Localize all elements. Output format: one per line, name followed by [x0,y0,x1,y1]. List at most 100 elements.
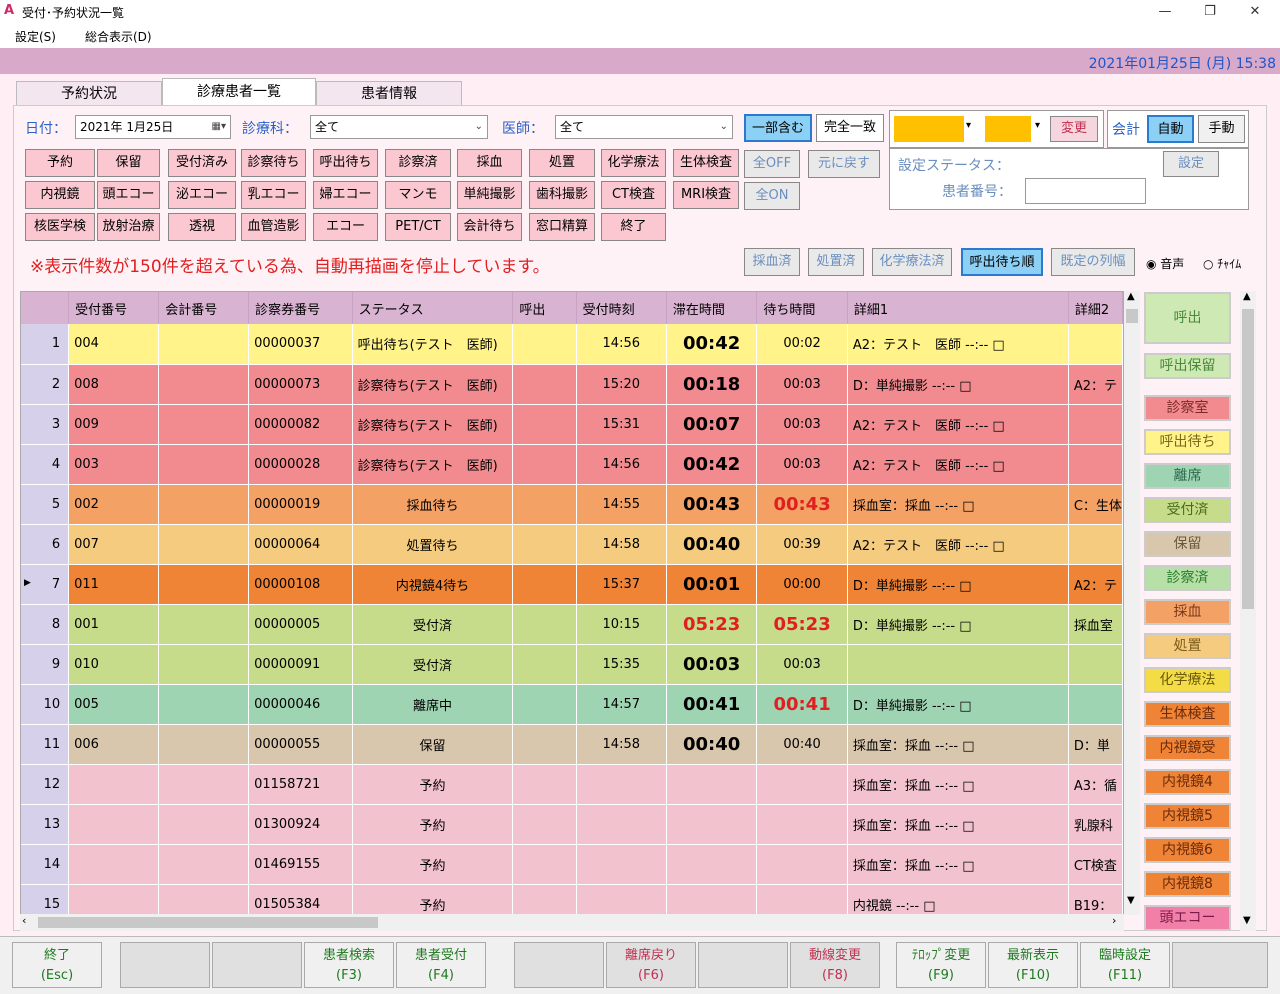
status-filter-button[interactable]: マンモ [385,181,451,209]
scroll-up-icon[interactable]: ▲ [1127,291,1135,302]
h-scroll-thumb[interactable] [38,917,378,928]
side-status-button[interactable]: 離席 [1144,463,1231,489]
tab-reservation[interactable]: 予約状況 [16,81,162,105]
status-filter-button[interactable]: 頭エコー [97,181,160,209]
calendar-icon[interactable]: ▦▾ [212,116,226,138]
date-picker[interactable]: 2021年 1月25日 ▦▾ [75,115,231,139]
table-row[interactable]: 2 008 00000073 診察待ち(テスト 医師) 15:20 00:18 00:03 D… [21,364,1123,405]
column-header[interactable]: 受付番号 [68,292,160,324]
chevron-down-icon[interactable]: ▾ [1035,120,1040,131]
table-row[interactable]: 1 004 00000037 呼出待ち(テスト 医師) 14:56 00:42 00:02 A… [21,324,1123,365]
side-status-button[interactable]: 頭エコー [1144,905,1231,931]
status-filter-button[interactable]: 処置 [529,149,595,177]
function-key-button[interactable]: 臨時設定 (F11) [1080,942,1170,988]
minimize-icon[interactable]: — [1150,2,1180,22]
restore-button[interactable]: 元に戻す [808,150,880,178]
side-status-button[interactable]: 内視鏡5 [1144,803,1231,829]
status-filter-button[interactable]: 透視 [168,213,236,241]
status-filter-button[interactable]: 会計待ち [457,213,522,241]
exact-match-button[interactable]: 完全一致 [816,114,884,142]
side-status-button[interactable]: 保留 [1144,531,1231,557]
view-btn-default-width[interactable]: 既定の列幅 [1051,248,1135,276]
column-header[interactable]: 詳細1 [847,292,1069,324]
side-status-button[interactable]: 診察室 [1144,395,1231,421]
side-scrollbar[interactable]: ▲ ▼ [1240,291,1256,931]
side-status-button[interactable]: 採血 [1144,599,1231,625]
horizontal-scrollbar[interactable]: ‹ › [20,914,1124,931]
view-btn-chemo-done[interactable]: 化学療法済 [872,248,952,276]
status-filter-button[interactable]: 保留 [97,149,160,177]
table-row[interactable]: 12 01158721 予約 採血室：採血 --:-- □ A3：循 [21,764,1123,805]
restore-icon[interactable]: ❐ [1195,2,1225,22]
function-key-button[interactable]: ﾃﾛｯﾌﾟ変更 (F9) [896,942,986,988]
function-key-button[interactable] [514,942,604,988]
all-on-button[interactable]: 全ON [744,182,800,210]
table-row[interactable]: 10 005 00000046 離席中 14:57 00:41 00:41 D：単純撮影 --… [21,684,1123,725]
menu-settings[interactable]: 設定(S) [15,28,56,45]
status-filter-button[interactable]: 終了 [601,213,666,241]
scroll-up-icon[interactable]: ▲ [1243,291,1251,302]
radio-voice[interactable]: ◉ 音声 [1146,255,1184,272]
function-key-button[interactable]: 動線変更 (F8) [790,942,880,988]
set-button[interactable]: 設定 [1163,151,1219,177]
status-filter-button[interactable]: 歯科撮影 [529,181,595,209]
scroll-down-icon[interactable]: ▼ [1243,915,1251,926]
status-filter-button[interactable]: 呼出待ち [313,149,378,177]
table-row[interactable]: 4 003 00000028 診察待ち(テスト 医師) 14:56 00:42 00:03 A… [21,444,1123,485]
side-scroll-thumb[interactable] [1242,309,1254,609]
function-key-button[interactable] [1172,942,1268,988]
table-row[interactable]: 6 007 00000064 処置待ち 14:58 00:40 00:39 A2：テスト 医師… [21,524,1123,565]
side-status-button[interactable]: 生体検査 [1144,701,1231,727]
status-filter-button[interactable]: 受付済み [168,149,236,177]
menu-overview[interactable]: 総合表示(D) [85,28,152,45]
function-key-button[interactable] [212,942,302,988]
function-key-button[interactable]: 最新表示 (F10) [988,942,1078,988]
partial-match-button[interactable]: 一部含む [744,114,812,142]
side-status-button[interactable]: 呼出 [1144,292,1231,344]
column-header[interactable]: 受付時刻 [576,292,667,324]
side-status-button[interactable]: 内視鏡4 [1144,769,1231,795]
side-status-button[interactable]: 内視鏡8 [1144,871,1231,897]
table-row[interactable]: 3 009 00000082 診察待ち(テスト 医師) 15:31 00:07 00:03 A… [21,404,1123,445]
auto-button[interactable]: 自動 [1147,115,1194,143]
side-status-button[interactable]: 診察済 [1144,565,1231,591]
side-status-button[interactable]: 内視鏡受 [1144,735,1231,761]
table-row[interactable]: 7 011 00000108 内視鏡4待ち 15:37 00:01 00:00 D：単純撮影 … [21,564,1123,605]
status-filter-button[interactable]: 泌エコー [168,181,236,209]
side-status-button[interactable]: 呼出待ち [1144,429,1231,455]
scroll-left-icon[interactable]: ‹ [22,914,26,927]
view-btn-blood-done[interactable]: 採血済 [744,248,800,276]
table-row[interactable]: 13 01300924 予約 採血室：採血 --:-- □ 乳腺科 [21,804,1123,845]
status-filter-button[interactable]: 乳エコー [241,181,306,209]
side-status-button[interactable]: 処置 [1144,633,1231,659]
close-icon[interactable]: ✕ [1240,2,1270,22]
status-filter-button[interactable]: 診察待ち [241,149,306,177]
tab-patient-info[interactable]: 患者情報 [316,81,462,105]
status-filter-button[interactable]: エコー [313,213,378,241]
color-swatch-1[interactable] [894,116,964,142]
column-header[interactable]: 呼出 [512,292,577,324]
column-header[interactable]: 待ち時間 [756,292,848,324]
status-filter-button[interactable]: 採血 [457,149,522,177]
side-status-button[interactable]: 化学療法 [1144,667,1231,693]
status-filter-button[interactable]: MRI検査 [673,181,739,209]
scroll-right-icon[interactable]: › [1112,914,1116,927]
function-key-button[interactable] [698,942,788,988]
view-btn-call-order[interactable]: 呼出待ち順 [961,248,1043,276]
column-header[interactable]: ステータス [352,292,514,324]
doctor-select[interactable]: 全て ⌄ [555,115,733,139]
status-filter-button[interactable]: 化学療法 [601,149,666,177]
color-swatch-2[interactable] [985,116,1031,142]
status-filter-button[interactable]: PET/CT [385,213,451,241]
patient-no-input[interactable] [1025,178,1146,204]
chevron-down-icon[interactable]: ▾ [966,120,971,131]
table-row[interactable]: 5 002 00000019 採血待ち 14:55 00:43 00:43 採血室：採血 --… [21,484,1123,525]
status-filter-button[interactable]: 血管造影 [241,213,306,241]
v-scroll-thumb[interactable] [1126,309,1138,323]
side-status-button[interactable]: 呼出保留 [1144,353,1231,379]
function-key-button[interactable]: 患者検索 (F3) [304,942,394,988]
vertical-scrollbar[interactable]: ▲ ▼ [1124,291,1140,915]
status-filter-button[interactable]: 核医学検 [25,213,95,241]
dept-select[interactable]: 全て ⌄ [310,115,488,139]
table-row[interactable]: 9 010 00000091 受付済 15:35 00:03 00:03 [21,644,1123,685]
